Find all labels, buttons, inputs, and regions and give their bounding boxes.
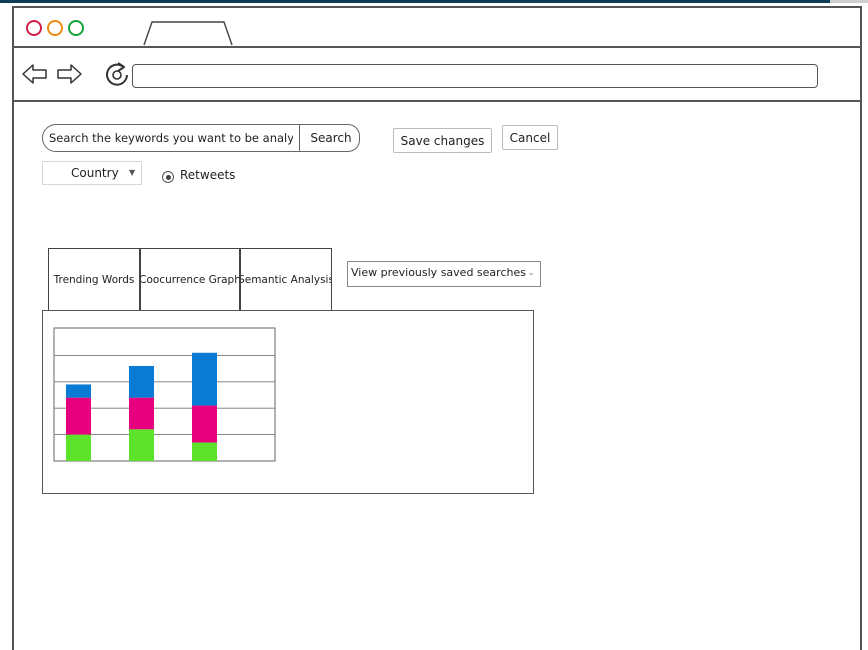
bar-segment-2-3 bbox=[129, 365, 154, 398]
country-dropdown-label: Country bbox=[71, 166, 119, 180]
bar-segment-1-1 bbox=[66, 434, 91, 461]
reload-icon[interactable] bbox=[102, 59, 132, 89]
browser-navbar bbox=[14, 48, 860, 102]
bar-segment-3-2 bbox=[192, 405, 217, 443]
right-arrow-icon[interactable] bbox=[54, 59, 84, 89]
tab-trending-words[interactable]: Trending Words bbox=[48, 248, 140, 310]
maximize-window-button[interactable] bbox=[68, 20, 84, 36]
country-dropdown[interactable]: Country ▼ bbox=[42, 161, 142, 185]
address-bar[interactable] bbox=[132, 64, 818, 88]
bar-segment-1-3 bbox=[66, 384, 91, 398]
bar-segment-3-1 bbox=[192, 442, 217, 461]
tab-semantic-analysis[interactable]: Semantic Analysis bbox=[240, 248, 332, 310]
cancel-button[interactable]: Cancel bbox=[502, 125, 558, 150]
left-arrow-icon[interactable] bbox=[20, 59, 50, 89]
tab-coocurrence-graph[interactable]: Coocurrence Graph bbox=[140, 248, 240, 310]
search-button[interactable]: Search bbox=[299, 124, 362, 152]
bar-segment-1-2 bbox=[66, 397, 91, 435]
window-top-strip-accent bbox=[830, 0, 868, 3]
saved-searches-dropdown[interactable]: View previously saved searches ⌄ bbox=[347, 261, 541, 287]
saved-searches-label: View previously saved searches bbox=[351, 266, 526, 279]
retweets-label: Retweets bbox=[180, 168, 236, 182]
search-input[interactable] bbox=[43, 125, 299, 151]
chevron-down-icon: ▼ bbox=[129, 168, 136, 177]
save-changes-button[interactable]: Save changes bbox=[393, 128, 492, 153]
minimize-window-button[interactable] bbox=[47, 20, 63, 36]
bar-segment-2-1 bbox=[129, 429, 154, 461]
bar-segment-3-3 bbox=[192, 352, 217, 406]
chevron-down-icon: ⌄ bbox=[527, 268, 535, 278]
browser-tab[interactable] bbox=[142, 20, 234, 46]
bar-segment-2-2 bbox=[129, 397, 154, 430]
window-top-strip bbox=[0, 0, 868, 3]
browser-titlebar bbox=[14, 8, 860, 48]
radio-selected-dot bbox=[165, 174, 171, 180]
close-window-button[interactable] bbox=[26, 20, 42, 36]
search-bar: Search bbox=[42, 124, 360, 152]
retweets-radio[interactable] bbox=[162, 171, 174, 183]
stacked-bar-chart bbox=[53, 327, 276, 462]
